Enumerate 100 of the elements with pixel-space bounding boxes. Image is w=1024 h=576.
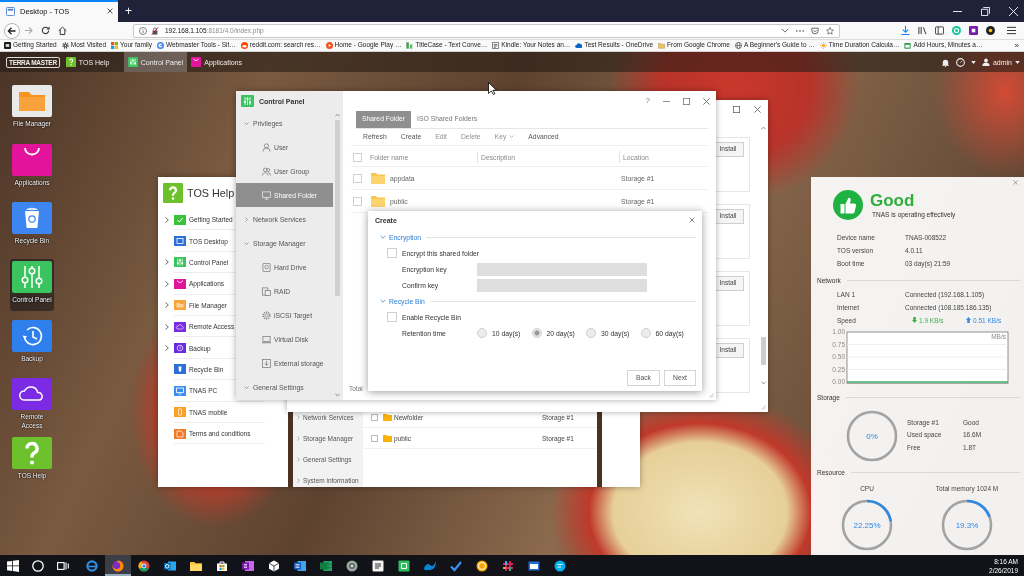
help-button[interactable]: ? — [645, 97, 650, 105]
new-tab-button[interactable]: + — [118, 0, 139, 22]
paper-icon — [372, 559, 384, 572]
folder-icon — [658, 42, 665, 49]
cloud-icon — [12, 378, 52, 411]
chevron-up-icon[interactable] — [761, 126, 766, 130]
checkbox[interactable] — [353, 173, 362, 183]
info-icon[interactable] — [139, 26, 147, 35]
checkbox[interactable] — [387, 312, 397, 322]
folder-icon — [383, 434, 392, 442]
shopping-bag-icon — [216, 559, 228, 572]
question-mark-icon — [163, 183, 183, 203]
four-panes-icon — [6, 559, 19, 572]
usage-ring — [846, 409, 898, 462]
shopping-bag-icon — [12, 143, 52, 176]
monitor-icon — [174, 385, 186, 396]
cloud-icon — [174, 321, 186, 332]
phone-icon — [174, 407, 186, 418]
close-icon[interactable] — [107, 8, 113, 14]
maximize-icon[interactable] — [683, 97, 690, 105]
pocket-icon[interactable] — [811, 26, 819, 35]
reload-icon[interactable] — [41, 26, 50, 35]
ring-icon — [156, 42, 164, 49]
sun-icon — [819, 42, 827, 49]
restore-icon[interactable] — [981, 6, 990, 16]
menu-icon[interactable] — [1007, 26, 1016, 35]
coin-icon — [476, 559, 488, 572]
dial-icon[interactable] — [955, 57, 965, 67]
checkbox[interactable] — [353, 196, 362, 206]
more-bookmarks-button[interactable]: » — [1014, 41, 1019, 50]
trash-bin-icon — [12, 202, 52, 235]
sliders-icon — [241, 95, 254, 107]
caret-icon — [1015, 60, 1020, 64]
user-icon — [262, 142, 271, 152]
library-icon[interactable] — [918, 26, 927, 35]
chevron-right-icon — [165, 302, 169, 309]
thumbs-up-icon — [833, 190, 863, 220]
search-icon — [31, 559, 44, 572]
folder-icon — [174, 300, 186, 311]
cube-icon — [268, 559, 280, 572]
document-icon — [174, 428, 186, 439]
caret-icon[interactable] — [970, 60, 976, 64]
notebook-icon — [242, 559, 254, 572]
usage-percent: 0% — [866, 431, 878, 440]
usage-percent: 22.25% — [853, 520, 881, 529]
crossed-lock-icon[interactable] — [151, 26, 159, 35]
sidebar-icon[interactable] — [935, 26, 944, 35]
tile-icon[interactable] — [969, 26, 978, 35]
trash-icon — [174, 364, 186, 375]
more-icon[interactable] — [796, 29, 804, 32]
download-box-icon — [262, 358, 271, 368]
chevron-down-icon[interactable] — [781, 28, 789, 33]
usage-ring — [841, 498, 893, 551]
home-icon[interactable] — [58, 26, 67, 35]
status-title: Good — [870, 191, 915, 210]
download-icon[interactable] — [901, 26, 910, 35]
resize-grip-icon[interactable] — [709, 393, 714, 398]
globe-icon — [734, 42, 742, 49]
chevron-right-icon — [297, 457, 300, 462]
laptop-icon — [262, 334, 271, 344]
chevron-right-icon — [165, 323, 169, 330]
back-icon[interactable] — [4, 22, 20, 39]
resize-grip-icon[interactable] — [761, 405, 766, 410]
scrollbar-thumb[interactable] — [335, 120, 340, 296]
segmented-circle-icon — [138, 559, 150, 572]
drive-icon — [262, 262, 271, 272]
bars-icon — [406, 42, 414, 49]
star-icon[interactable] — [826, 26, 834, 35]
disk-stack-icon — [262, 286, 271, 296]
hashtag-icon — [502, 559, 514, 572]
monitor-icon — [262, 190, 271, 200]
bell-icon[interactable] — [940, 57, 950, 67]
chevron-right-icon — [165, 280, 169, 287]
document-icon — [294, 559, 306, 572]
checkbox[interactable] — [353, 152, 362, 162]
page-icon — [6, 6, 15, 16]
sliders-icon — [174, 257, 186, 268]
checkbox[interactable] — [387, 248, 397, 258]
check-icon — [450, 559, 462, 572]
chevron-right-icon — [165, 345, 169, 352]
mail-icon — [164, 559, 176, 572]
disc-icon[interactable] — [986, 26, 995, 35]
chevron-right-icon — [165, 216, 169, 223]
scrollbar-thumb[interactable] — [761, 337, 766, 365]
globe-icon — [112, 559, 124, 572]
window-icon — [174, 236, 186, 247]
users-icon — [262, 166, 271, 176]
chevron-right-icon — [297, 415, 300, 420]
chevron-down-icon[interactable] — [761, 381, 766, 385]
question-mark-icon — [65, 57, 76, 67]
folder-icon — [12, 85, 52, 117]
folder-icon — [190, 559, 202, 572]
bag-icon — [191, 57, 202, 67]
note-tile-icon — [398, 559, 410, 572]
chevron-right-icon — [165, 259, 169, 266]
chevron-down-icon — [509, 135, 515, 139]
maximize-icon[interactable] — [733, 105, 740, 113]
grid-icon — [111, 42, 119, 49]
usage-percent: 19.3% — [955, 520, 979, 529]
usage-ring — [941, 498, 993, 551]
